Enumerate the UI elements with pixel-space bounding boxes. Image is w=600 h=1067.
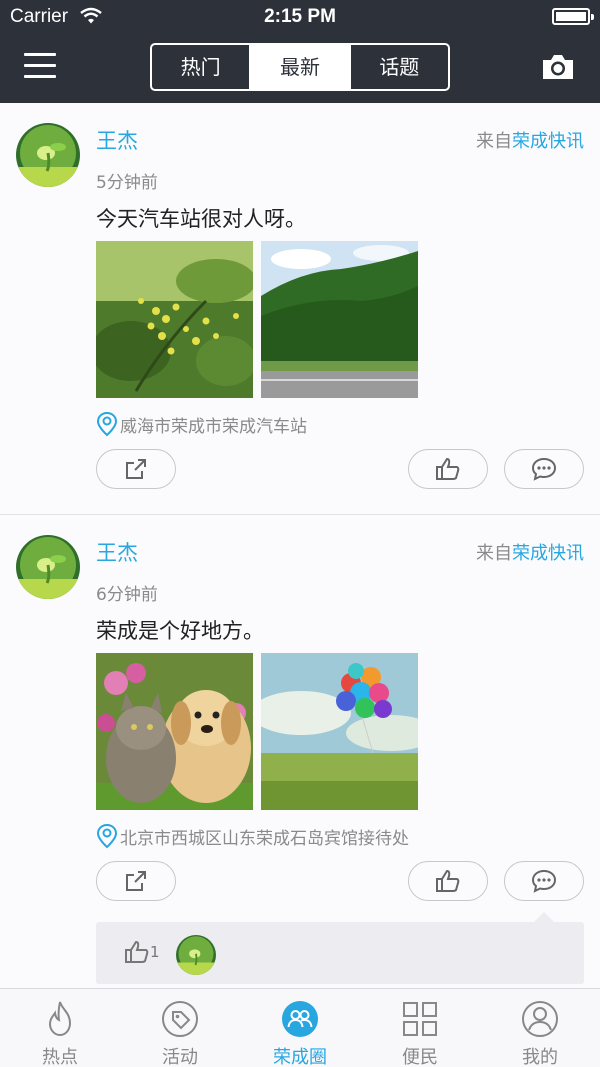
share-button[interactable]	[96, 449, 176, 489]
location-pin-icon	[96, 411, 118, 437]
battery-icon	[552, 8, 594, 25]
user-icon	[522, 1001, 558, 1037]
like-count-value: 1	[150, 943, 160, 961]
like-count: 1	[124, 940, 160, 964]
segment-latest[interactable]: 最新	[251, 45, 351, 89]
post-time: 5分钟前	[96, 173, 158, 193]
comment-button[interactable]	[504, 861, 584, 901]
status-bar: Carrier 2:15 PM	[0, 0, 600, 34]
source-prefix: 来自	[476, 543, 512, 564]
location-text: 北京市西城区山东荣成石岛宾馆接待处	[120, 828, 409, 849]
source-prefix: 来自	[476, 131, 512, 152]
source-link[interactable]: 荣成快讯	[512, 131, 584, 152]
share-icon	[126, 459, 146, 479]
post-card: 王杰 来自荣成快讯 5分钟前 今天汽车站很对人呀。 威海市荣成市荣成汽车站	[0, 103, 600, 515]
status-time: 2:15 PM	[264, 6, 336, 27]
avatar[interactable]	[16, 535, 80, 599]
segment-topics[interactable]: 话题	[351, 45, 448, 89]
comment-icon	[531, 457, 557, 481]
tab-label: 活动	[162, 1047, 198, 1067]
post-photo-kitten-puppy[interactable]	[96, 653, 253, 810]
like-button[interactable]	[408, 861, 488, 901]
tab-bar: 热点 活动 荣成圈 便民 我的	[0, 988, 600, 1067]
location-pin-icon	[96, 823, 118, 849]
top-bar: Carrier 2:15 PM 热门 最新 话题	[0, 0, 600, 103]
tab-services[interactable]: 便民	[360, 989, 480, 1067]
post-feed[interactable]: 王杰 来自荣成快讯 5分钟前 今天汽车站很对人呀。 威海市荣成市荣成汽车站 王杰…	[0, 103, 600, 988]
post-photo-forest[interactable]	[261, 241, 418, 398]
post-location[interactable]: 北京市西城区山东荣成石岛宾馆接待处	[96, 823, 409, 849]
tab-activity[interactable]: 活动	[120, 989, 240, 1067]
post-photo-balloons[interactable]	[261, 653, 418, 810]
like-button[interactable]	[408, 449, 488, 489]
author-name[interactable]: 王杰	[96, 125, 138, 155]
tab-label: 荣成圈	[273, 1047, 327, 1067]
tab-mine[interactable]: 我的	[480, 989, 600, 1067]
thumbs-up-icon	[436, 457, 460, 480]
liker-avatar[interactable]	[176, 935, 216, 975]
tab-rongcheng-circle[interactable]: 荣成圈	[240, 989, 360, 1067]
post-text: 今天汽车站很对人呀。	[96, 207, 306, 231]
share-button[interactable]	[96, 861, 176, 901]
tag-icon	[162, 1001, 198, 1037]
location-text: 威海市荣成市荣成汽车站	[120, 416, 307, 437]
avatar[interactable]	[16, 123, 80, 187]
post-source: 来自荣成快讯	[476, 127, 584, 153]
feed-segmented-control: 热门 最新 话题	[150, 43, 450, 91]
thumbs-up-icon	[436, 869, 460, 892]
camera-icon[interactable]	[541, 52, 575, 82]
source-link[interactable]: 荣成快讯	[512, 543, 584, 564]
post-card: 王杰 来自荣成快讯 6分钟前 荣成是个好地方。 北京市西城区山东荣成石岛宾馆接待…	[0, 515, 600, 988]
post-source: 来自荣成快讯	[476, 539, 584, 565]
grid-icon	[403, 1002, 437, 1036]
thumbs-up-icon	[125, 940, 149, 963]
tab-label: 便民	[402, 1047, 438, 1067]
post-text: 荣成是个好地方。	[96, 619, 264, 643]
flame-icon	[48, 1001, 72, 1037]
tab-label: 热点	[42, 1047, 78, 1067]
comment-button[interactable]	[504, 449, 584, 489]
author-name[interactable]: 王杰	[96, 537, 138, 567]
post-location[interactable]: 威海市荣成市荣成汽车站	[96, 411, 307, 437]
tab-hot[interactable]: 热点	[0, 989, 120, 1067]
segment-hot[interactable]: 热门	[152, 45, 252, 89]
share-icon	[126, 871, 146, 891]
menu-button[interactable]	[24, 53, 56, 79]
comment-icon	[531, 869, 557, 893]
tab-label: 我的	[522, 1047, 558, 1067]
people-icon	[282, 1001, 318, 1037]
post-photo-flowers[interactable]	[96, 241, 253, 398]
post-time: 6分钟前	[96, 585, 158, 605]
likes-panel: 1	[96, 912, 584, 984]
